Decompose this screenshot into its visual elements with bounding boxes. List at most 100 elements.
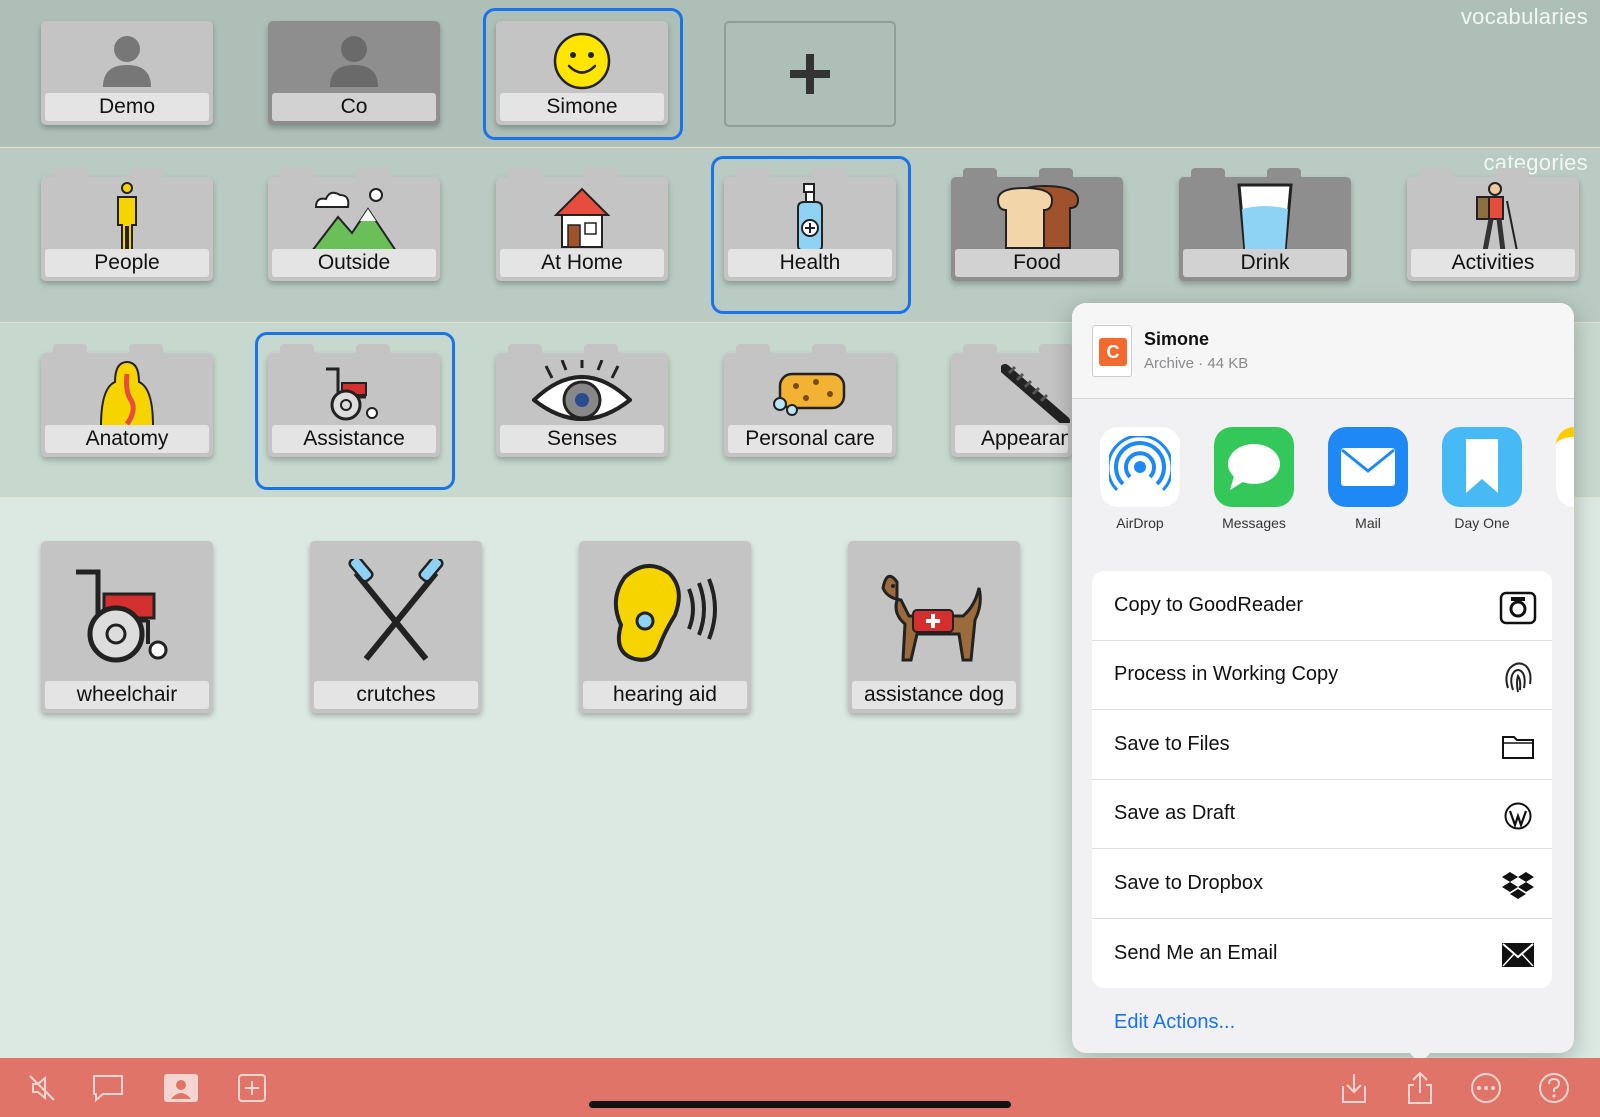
action-label: Copy to GoodReader	[1114, 593, 1304, 616]
person-figure-icon	[41, 181, 213, 253]
vocabulary-label: Simone	[500, 93, 664, 121]
category-tile-drink[interactable]: Drink	[1179, 168, 1351, 281]
category-tile-food[interactable]: Food	[951, 168, 1123, 281]
wheelchair-icon	[41, 549, 213, 679]
hiker-icon	[1407, 181, 1579, 253]
person-silhouette-icon	[268, 25, 440, 97]
help-button[interactable]	[1536, 1070, 1572, 1106]
item-tile-crutches[interactable]: crutches	[310, 541, 482, 713]
vocabulary-tile-demo[interactable]: Demo	[41, 21, 213, 125]
category-tile-health[interactable]: Health	[724, 168, 896, 281]
item-label: assistance dog	[852, 681, 1016, 709]
vocabulary-label: Co	[272, 93, 436, 121]
share-app-name: AirDrop	[1116, 515, 1164, 531]
add-button[interactable]	[234, 1070, 270, 1106]
share-apps-row[interactable]: AirDrop Messages Mail Day One	[1092, 427, 1574, 537]
add-square-icon	[238, 1074, 266, 1102]
comb-icon	[951, 357, 1072, 429]
action-label: Process in Working Copy	[1114, 663, 1339, 686]
category-label: Drink	[1183, 249, 1347, 277]
contact-card-icon	[164, 1074, 198, 1102]
action-process-in-working-copy[interactable]: Process in Working Copy	[1092, 641, 1552, 710]
wordpress-icon	[1498, 796, 1538, 836]
fingerprint-icon	[1498, 657, 1538, 697]
home-indicator	[589, 1101, 1011, 1108]
service-dog-icon	[848, 549, 1020, 679]
wheelchair-icon	[268, 357, 440, 429]
file-icon-badge: C	[1099, 338, 1127, 366]
bookmark-icon	[1442, 427, 1522, 507]
action-send-me-an-email[interactable]: Send Me an Email	[1092, 919, 1552, 989]
action-save-to-files[interactable]: Save to Files	[1092, 710, 1552, 780]
speech-bubble-icon	[1214, 427, 1294, 507]
person-silhouette-icon	[41, 25, 213, 97]
import-button[interactable]	[1336, 1070, 1372, 1106]
share-app-notes-partial[interactable]	[1548, 427, 1574, 507]
category-tile-activities[interactable]: Activities	[1407, 168, 1579, 281]
vocabulary-tile-simone[interactable]: Simone	[496, 21, 668, 125]
action-label: Save to Dropbox	[1114, 871, 1263, 894]
more-button[interactable]	[1468, 1070, 1504, 1106]
category-tile-people[interactable]: People	[41, 168, 213, 281]
vocabulary-tile-co[interactable]: Co	[268, 21, 440, 125]
category-label: Assistance	[272, 425, 436, 453]
category-tile-personal-care[interactable]: Personal care	[724, 344, 896, 457]
profile-button[interactable]	[163, 1070, 199, 1106]
share-app-mail[interactable]: Mail	[1320, 427, 1416, 531]
category-tile-outside[interactable]: Outside	[268, 168, 440, 281]
vocabularies-section-label: vocabularies	[1460, 4, 1588, 29]
anatomy-torso-icon	[41, 357, 213, 429]
item-label: wheelchair	[45, 681, 209, 709]
action-save-as-draft[interactable]: Save as Draft	[1092, 780, 1552, 849]
share-app-day-one[interactable]: Day One	[1434, 427, 1530, 531]
category-tile-anatomy[interactable]: Anatomy	[41, 344, 213, 457]
action-save-to-dropbox[interactable]: Save to Dropbox	[1092, 849, 1552, 919]
share-app-messages[interactable]: Messages	[1206, 427, 1302, 531]
category-tile-at-home[interactable]: At Home	[496, 168, 668, 281]
category-label: Appearan	[955, 425, 1068, 453]
speech-button[interactable]	[90, 1070, 126, 1106]
item-tile-assistance-dog[interactable]: assistance dog	[848, 541, 1020, 713]
file-icon: C	[1092, 325, 1132, 377]
share-sheet-header: C Simone Archive · 44 KB	[1072, 303, 1574, 399]
crutches-icon	[310, 549, 482, 679]
bottom-toolbar	[0, 1058, 1600, 1117]
more-icon	[1471, 1073, 1501, 1103]
category-tile-appearance[interactable]: Appearan	[951, 344, 1073, 457]
category-tile-senses[interactable]: Senses	[496, 344, 668, 457]
share-sheet: C Simone Archive · 44 KB AirDrop Message…	[1072, 303, 1574, 1053]
notes-icon	[1556, 427, 1574, 507]
category-label: Health	[728, 249, 892, 277]
category-label: Senses	[500, 425, 664, 453]
goodreader-icon	[1498, 587, 1538, 627]
category-label: Food	[955, 249, 1119, 277]
action-label: Save as Draft	[1114, 802, 1236, 825]
share-button[interactable]	[1402, 1070, 1438, 1106]
share-app-name: Mail	[1355, 515, 1381, 531]
category-tile-assistance[interactable]: Assistance	[268, 344, 440, 457]
envelope-icon	[1328, 427, 1408, 507]
glass-of-water-icon	[1179, 181, 1351, 253]
action-copy-to-goodreader[interactable]: Copy to GoodReader	[1092, 571, 1552, 641]
edit-actions-link[interactable]: Edit Actions...	[1114, 1011, 1235, 1034]
item-label: hearing aid	[583, 681, 747, 709]
file-name: Simone	[1144, 329, 1210, 349]
smiley-face-icon	[496, 25, 668, 97]
item-tile-hearing-aid[interactable]: hearing aid	[579, 541, 751, 713]
dropbox-icon	[1498, 865, 1538, 905]
add-vocabulary-button[interactable]	[724, 21, 896, 127]
help-icon	[1539, 1073, 1569, 1103]
download-icon	[1342, 1074, 1366, 1103]
mute-button[interactable]	[24, 1070, 60, 1106]
plus-icon	[790, 54, 830, 94]
item-tile-wheelchair[interactable]: wheelchair	[41, 541, 213, 713]
item-label: crutches	[314, 681, 478, 709]
share-icon	[1408, 1071, 1432, 1104]
category-label: Outside	[272, 249, 436, 277]
envelope-icon	[1498, 935, 1538, 975]
file-meta: Archive · 44 KB	[1144, 355, 1249, 372]
share-app-name: Messages	[1222, 515, 1286, 531]
vocabulary-label: Demo	[45, 93, 209, 121]
share-app-airdrop[interactable]: AirDrop	[1092, 427, 1188, 531]
ear-hearing-icon	[579, 549, 751, 679]
